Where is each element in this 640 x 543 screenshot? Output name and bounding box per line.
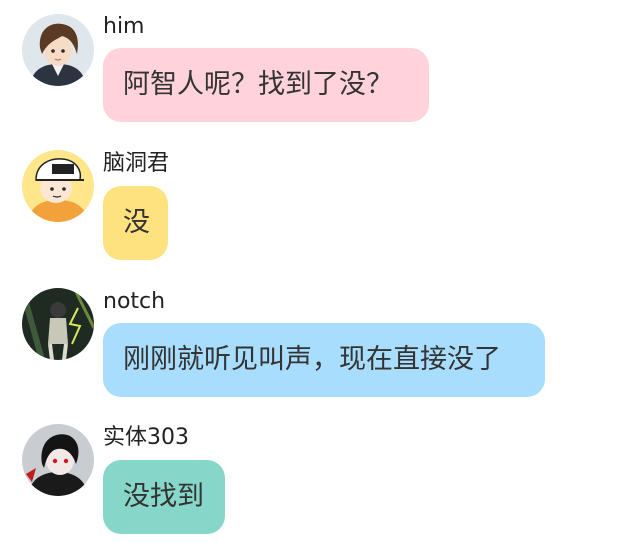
message-bubble[interactable]: 刚刚就听见叫声，现在直接没了 <box>103 323 545 397</box>
sender-name: 实体303 <box>103 425 189 450</box>
anime-boy-avatar[interactable] <box>22 14 94 86</box>
red-eyed-character-avatar[interactable] <box>22 424 94 496</box>
sender-name: 脑洞君 <box>103 151 170 176</box>
sender-name: him <box>103 14 145 39</box>
dark-figure-avatar[interactable] <box>22 288 94 360</box>
chat-thread: him 阿智人呢？找到了没？ 脑洞君 没 notch 刚刚就听见叫声，现在直接没… <box>0 0 640 543</box>
message-bubble[interactable]: 没 <box>103 186 168 260</box>
cap-character-avatar[interactable] <box>22 150 94 222</box>
message-bubble[interactable]: 阿智人呢？找到了没？ <box>103 48 429 122</box>
message-bubble[interactable]: 没找到 <box>103 460 225 534</box>
sender-name: notch <box>103 289 166 314</box>
